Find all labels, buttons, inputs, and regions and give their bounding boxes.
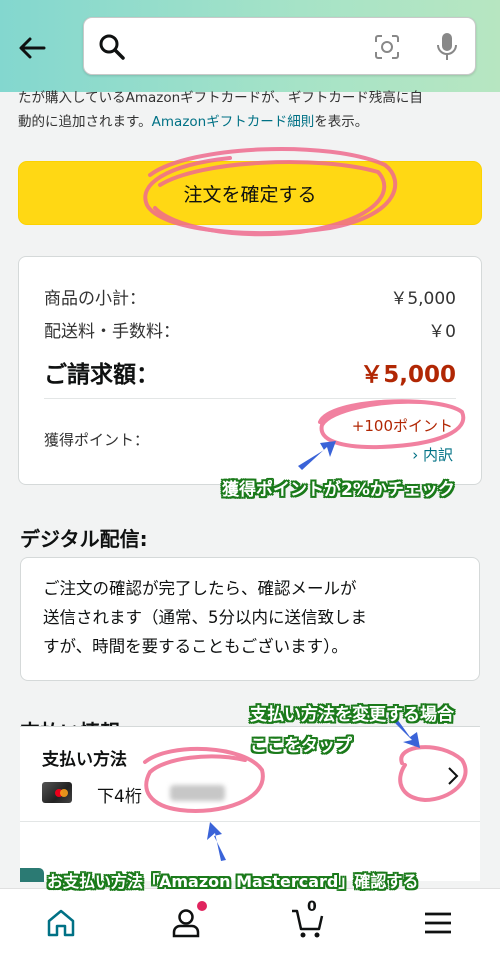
place-order-label: 注文を確定する: [183, 183, 317, 206]
order-total-label: ご請求額：: [44, 362, 159, 388]
subtotal-row: 商品の小計： ￥5,000: [44, 284, 456, 309]
order-summary-box: 商品の小計： ￥5,000 配送料・手数料： ￥0 ご請求額： ￥5,000 獲…: [18, 256, 482, 485]
credit-card-icon: [42, 782, 72, 803]
bottom-navigation: 0: [0, 888, 500, 953]
notification-dot: [197, 901, 207, 911]
menu-icon[interactable]: [420, 905, 456, 941]
place-order-button[interactable]: 注文を確定する: [18, 161, 482, 225]
gift-card-notice: たが購入しているAmazonギフトカードが、ギフトカード残高に自 動的に追加され…: [18, 86, 488, 134]
camera-scan-icon[interactable]: [373, 33, 401, 61]
digital-line-3: すが、時間を要することもございます）。: [43, 637, 348, 656]
gift-card-terms-link[interactable]: Amazonギフトカード細則: [152, 114, 315, 130]
annotation-confirm-method: お支払い方法「Amazon Mastercard」確認する: [47, 872, 419, 891]
digital-delivery-title: デジタル配信:: [20, 527, 148, 551]
account-icon[interactable]: [168, 905, 204, 941]
digital-line-2: 送信されます（通常、5分以内に送信致しま: [43, 608, 367, 627]
top-header: [0, 0, 500, 92]
shipping-row: 配送料・手数料： ￥0: [44, 317, 456, 342]
chevron-right-icon[interactable]: [445, 765, 461, 787]
home-icon[interactable]: [43, 905, 79, 941]
digital-line-1: ご注文の確認が完了したら、確認メールが: [43, 579, 357, 598]
order-total-row: ご請求額： ￥5,000: [44, 355, 456, 389]
annotation-change-line-2: ここをタップ: [250, 736, 352, 756]
subtotal-label: 商品の小計：: [44, 289, 146, 309]
notice-line-2: 動的に追加されます。Amazonギフトカード細則を表示。: [18, 110, 488, 134]
annotation-change-line-1: 支払い方法を変更する場合: [250, 705, 454, 725]
annotation-points-check: 獲得ポイントが2%かチェック: [222, 480, 455, 500]
summary-divider: [44, 398, 456, 399]
payment-next-edge: [20, 868, 44, 882]
subtotal-value: ￥5,000: [390, 289, 456, 309]
points-value: +100ポイント: [351, 417, 453, 435]
points-breakdown-link[interactable]: › 内訳: [412, 444, 453, 465]
card-last4-label: 下4桁: [97, 787, 142, 807]
cart-count: 0: [307, 899, 317, 915]
notice-line-2-prefix: 動的に追加されます。: [18, 114, 152, 130]
points-label: 獲得ポイント：: [44, 431, 150, 449]
microphone-icon[interactable]: [435, 31, 459, 63]
shipping-label: 配送料・手数料：: [44, 322, 180, 342]
notice-line-2-suffix: を表示。: [314, 114, 369, 130]
payment-method-label: 支払い方法: [42, 750, 127, 770]
card-brand-dot-orange: [60, 789, 68, 797]
search-input[interactable]: [136, 28, 376, 66]
card-last4-redacted: [170, 785, 225, 801]
digital-delivery-box: ご注文の確認が完了したら、確認メールが 送信されます（通常、5分以内に送信致しま…: [20, 557, 480, 681]
shipping-value: ￥0: [428, 322, 456, 342]
back-arrow-icon[interactable]: [14, 30, 50, 66]
search-icon: [99, 34, 125, 60]
order-total-value: ￥5,000: [360, 362, 456, 388]
search-bar[interactable]: [83, 17, 476, 75]
notice-line-1: たが購入しているAmazonギフトカードが、ギフトカード残高に自: [18, 90, 423, 106]
payment-divider: [20, 821, 480, 822]
